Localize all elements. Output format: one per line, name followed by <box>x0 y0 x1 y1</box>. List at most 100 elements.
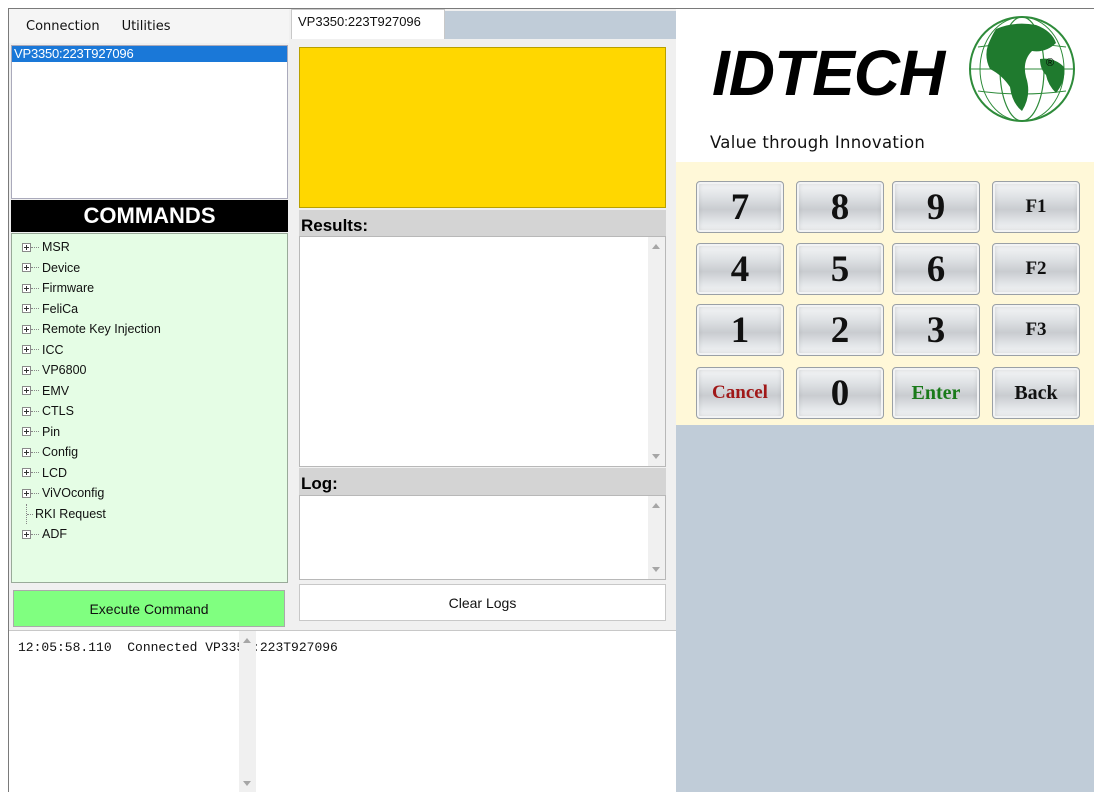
tree-item-label: Firmware <box>42 281 95 296</box>
app-window: Connection Utilities VP3350:223T927096 C… <box>8 8 1094 792</box>
expand-icon[interactable] <box>22 345 31 355</box>
device-item-selected[interactable]: VP3350:223T927096 <box>12 46 287 62</box>
tree-item[interactable]: ICC <box>12 340 287 361</box>
tree-item[interactable]: Firmware <box>12 278 287 299</box>
keypad-key-f2[interactable]: F2 <box>992 243 1080 295</box>
keypad-key-enter[interactable]: Enter <box>892 367 980 419</box>
expand-icon[interactable] <box>22 242 31 252</box>
tab-device[interactable]: VP3350:223T927096 <box>291 9 445 39</box>
command-tree[interactable]: MSR Device Firmware FeliCa Remote Key Inject… <box>11 233 288 583</box>
tree-item-label: CTLS <box>42 404 74 419</box>
console-output[interactable]: 12:05:58.110 Connected VP3350:223T927096 <box>9 630 676 792</box>
expand-icon[interactable] <box>22 529 31 539</box>
clear-logs-button[interactable]: Clear Logs <box>299 584 666 621</box>
log-scrollbar[interactable] <box>648 496 665 579</box>
brand-tagline: Value through Innovation <box>710 133 926 152</box>
brand-logo: IDTECH <box>712 37 945 109</box>
commands-header: COMMANDS <box>11 200 288 232</box>
tree-item[interactable]: Remote Key Injection <box>12 319 287 340</box>
scroll-up-icon[interactable] <box>243 638 251 643</box>
keypad-key-f3[interactable]: F3 <box>992 304 1080 356</box>
tree-item-label: ICC <box>42 342 64 357</box>
tree-item-label: LCD <box>42 465 68 480</box>
expand-icon[interactable] <box>22 386 31 396</box>
tree-item-label: Device <box>42 260 81 275</box>
tree-item-label: RKI Request <box>35 506 106 521</box>
scroll-down-icon[interactable] <box>652 454 660 459</box>
expand-icon[interactable] <box>22 468 31 478</box>
menu-utilities[interactable]: Utilities <box>122 19 171 34</box>
results-textarea[interactable] <box>299 236 666 467</box>
scroll-down-icon[interactable] <box>243 781 251 786</box>
keypad-key-4[interactable]: 4 <box>696 243 784 295</box>
results-label: Results: <box>299 210 666 238</box>
keypad-key-9[interactable]: 9 <box>892 181 980 233</box>
keypad-key-0[interactable]: 0 <box>796 367 884 419</box>
keypad-key-2[interactable]: 2 <box>796 304 884 356</box>
expand-icon[interactable] <box>22 406 31 416</box>
tree-connector <box>31 267 39 269</box>
tree-connector <box>31 472 39 474</box>
globe-logo-icon <box>969 16 1075 122</box>
tree-item-label: Pin <box>42 424 61 439</box>
console-scrollbar[interactable] <box>239 631 256 792</box>
keypad-key-back[interactable]: Back <box>992 367 1080 419</box>
keypad-key-6[interactable]: 6 <box>892 243 980 295</box>
tree-item[interactable]: Pin <box>12 422 287 443</box>
log-textarea[interactable] <box>299 495 666 580</box>
tree-item[interactable]: FeliCa <box>12 299 287 320</box>
tree-connector <box>31 369 39 371</box>
expand-icon[interactable] <box>22 365 31 375</box>
log-label: Log: <box>299 468 666 496</box>
tree-item[interactable]: MSR <box>12 237 287 258</box>
keypad-key-f1[interactable]: F1 <box>992 181 1080 233</box>
tree-connector <box>31 308 39 310</box>
scroll-up-icon[interactable] <box>652 244 660 249</box>
expand-icon[interactable] <box>22 263 31 273</box>
tree-item[interactable]: RKI Request <box>12 503 287 525</box>
tree-connector <box>26 503 35 524</box>
registered-icon: ® <box>1046 57 1055 69</box>
tree-item[interactable]: EMV <box>12 381 287 402</box>
tree-item-label: Config <box>42 445 79 460</box>
tree-item-label: FeliCa <box>42 301 79 316</box>
tree-item[interactable]: ViVOconfig <box>12 483 287 504</box>
expand-icon[interactable] <box>22 283 31 293</box>
device-panel: IDTECH ® Value through Innovation 7 8 9 F1 4… <box>676 9 1094 792</box>
menu-connection[interactable]: Connection <box>26 19 100 34</box>
tab-strip <box>445 11 676 39</box>
keypad-key-cancel[interactable]: Cancel <box>696 367 784 419</box>
tree-connector <box>31 533 39 535</box>
tree-item-label: EMV <box>42 383 70 398</box>
tree-item[interactable]: VP6800 <box>12 360 287 381</box>
keypad-key-7[interactable]: 7 <box>696 181 784 233</box>
keypad-key-1[interactable]: 1 <box>696 304 784 356</box>
scroll-down-icon[interactable] <box>652 567 660 572</box>
keypad-key-8[interactable]: 8 <box>796 181 884 233</box>
expand-icon[interactable] <box>22 488 31 498</box>
tree-item[interactable]: CTLS <box>12 401 287 422</box>
tree-item-label: ViVOconfig <box>42 486 105 501</box>
tree-connector <box>31 246 39 248</box>
tree-item[interactable]: Config <box>12 442 287 463</box>
tree-item[interactable]: Device <box>12 258 287 279</box>
tree-connector <box>31 287 39 289</box>
tree-item-label: Remote Key Injection <box>42 322 161 337</box>
brand-area: IDTECH ® Value through Innovation <box>676 9 1094 162</box>
results-scrollbar[interactable] <box>648 237 665 466</box>
tree-connector <box>31 431 39 433</box>
expand-icon[interactable] <box>22 427 31 437</box>
keypad-key-5[interactable]: 5 <box>796 243 884 295</box>
tree-connector <box>31 390 39 392</box>
tree-item[interactable]: LCD <box>12 463 287 484</box>
scroll-up-icon[interactable] <box>652 503 660 508</box>
expand-icon[interactable] <box>22 324 31 334</box>
execute-command-button[interactable]: Execute Command <box>13 590 285 627</box>
tree-item-label: ADF <box>42 527 67 542</box>
expand-icon[interactable] <box>22 447 31 457</box>
keypad-key-3[interactable]: 3 <box>892 304 980 356</box>
expand-icon[interactable] <box>22 304 31 314</box>
tree-connector <box>31 492 39 494</box>
device-list[interactable]: VP3350:223T927096 <box>11 45 288 199</box>
tree-item[interactable]: ADF <box>12 524 287 545</box>
